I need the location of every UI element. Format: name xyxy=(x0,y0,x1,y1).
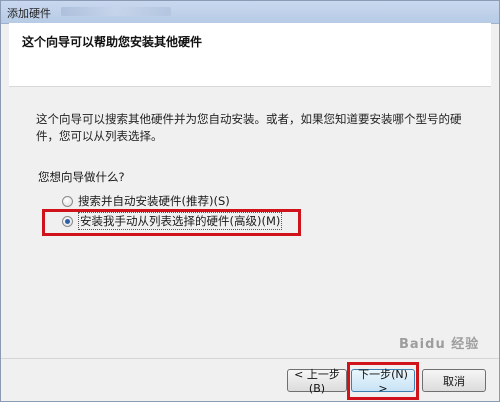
footer-divider xyxy=(1,358,499,359)
wizard-question: 您想向导做什么? xyxy=(38,170,125,184)
window-title: 添加硬件 xyxy=(7,7,51,20)
radio-button-auto[interactable] xyxy=(62,195,73,207)
blurred-title-text xyxy=(61,7,171,16)
wizard-header: 这个向导可以帮助您安装其他硬件 xyxy=(9,23,491,87)
option-auto-install[interactable]: 搜索并自动安装硬件(推荐)(S) xyxy=(62,193,230,209)
title-bar[interactable]: 添加硬件 xyxy=(1,1,499,24)
wizard-description: 这个向导可以搜索其他硬件并为您自动安装。或者，如果您知道要安装哪个型号的硬件，您… xyxy=(36,112,462,143)
baidu-watermark: Baidu 经验 xyxy=(399,337,480,352)
option-auto-label[interactable]: 搜索并自动安装硬件(推荐)(S) xyxy=(78,193,230,209)
back-button[interactable]: < 上一步(B) xyxy=(287,368,347,395)
red-highlight-option xyxy=(42,209,301,236)
add-hardware-wizard-window: 添加硬件 这个向导可以帮助您安装其他硬件 这个向导可以搜索其他硬件并为您自动安装… xyxy=(0,0,500,402)
wizard-header-title: 这个向导可以帮助您安装其他硬件 xyxy=(22,35,203,49)
red-highlight-next xyxy=(347,362,419,400)
cancel-button[interactable]: 取消 xyxy=(422,369,486,392)
